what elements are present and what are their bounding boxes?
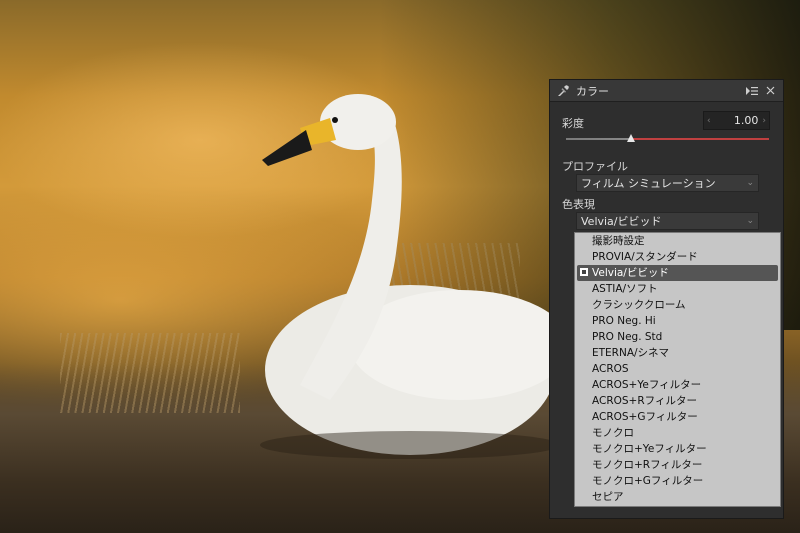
saturation-label: 彩度	[562, 117, 584, 130]
profile-select[interactable]: フィルム シミュレーション ⌄	[576, 174, 759, 192]
dropdown-option-label: Velvia/ビビッド	[592, 267, 669, 279]
color-rendition-dropdown: 撮影時設定 PROVIA/スタンダード Velvia/ビビッド ASTIA/ソフ…	[574, 232, 781, 507]
profile-label: プロファイル	[562, 160, 628, 173]
color-panel: カラー 彩度 ‹ 1.00 › プロファイル フィルム シミュレーション ⌄ 色…	[549, 79, 784, 519]
dropdown-option-selected[interactable]: Velvia/ビビッド	[577, 265, 778, 281]
color-rendition-select[interactable]: Velvia/ビビッド ⌄	[576, 212, 759, 230]
dropdown-option[interactable]: クラシッククローム	[575, 297, 780, 313]
chevron-down-icon: ⌄	[746, 216, 754, 226]
dropdown-option[interactable]: ACROS+Gフィルター	[575, 409, 780, 425]
saturation-slider-thumb[interactable]	[626, 134, 635, 142]
dropdown-option[interactable]: モノクロ+Rフィルター	[575, 457, 780, 473]
panel-title: カラー	[576, 84, 609, 98]
dropdown-option[interactable]: モノクロ	[575, 425, 780, 441]
dropdown-option[interactable]: ACROS+Rフィルター	[575, 393, 780, 409]
dropdown-option[interactable]: 撮影時設定	[575, 233, 780, 249]
dropdown-option[interactable]: ACROS+Yeフィルター	[575, 377, 780, 393]
chevron-down-icon: ⌄	[746, 178, 754, 188]
dropdown-option[interactable]: セピア	[575, 489, 780, 505]
dropdown-option[interactable]: ETERNA/シネマ	[575, 345, 780, 361]
dropdown-option[interactable]: ASTIA/ソフト	[575, 281, 780, 297]
dropdown-option[interactable]: PRO Neg. Hi	[575, 313, 780, 329]
dropdown-option[interactable]: ACROS	[575, 361, 780, 377]
selected-check-icon	[580, 268, 588, 276]
increment-icon[interactable]: ›	[762, 116, 766, 126]
panel-titlebar: カラー	[550, 80, 783, 102]
saturation-slider-track[interactable]	[566, 138, 769, 140]
saturation-stepper[interactable]: ‹ 1.00 ›	[703, 111, 770, 130]
dropdown-option[interactable]: PROVIA/スタンダード	[575, 249, 780, 265]
saturation-value[interactable]: 1.00	[711, 114, 763, 127]
dropdown-option[interactable]: モノクロ+Yeフィルター	[575, 441, 780, 457]
color-rendition-label: 色表現	[562, 198, 595, 211]
dropper-icon	[556, 84, 570, 98]
close-icon[interactable]	[763, 84, 777, 98]
profile-value: フィルム シミュレーション	[581, 177, 716, 190]
panel-menu-icon[interactable]	[745, 84, 759, 98]
dropdown-option[interactable]: PRO Neg. Std	[575, 329, 780, 345]
dropdown-option[interactable]: モノクロ+Gフィルター	[575, 473, 780, 489]
color-rendition-value: Velvia/ビビッド	[581, 215, 662, 228]
